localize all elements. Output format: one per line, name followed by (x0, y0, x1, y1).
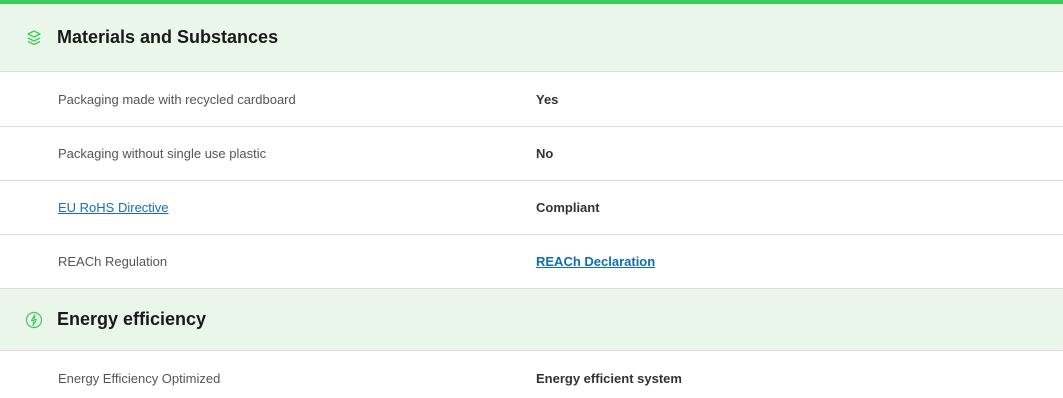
row-value: Energy efficient system (536, 370, 682, 386)
section-header-materials: Materials and Substances (0, 4, 1063, 72)
row-label: Packaging without single use plastic (58, 146, 267, 161)
reach-declaration-link[interactable]: REACh Declaration (536, 254, 655, 269)
eu-rohs-directive-link[interactable]: EU RoHS Directive (58, 200, 169, 215)
section-title-energy: Energy efficiency (57, 309, 207, 329)
row-value: Yes (536, 91, 559, 107)
table-row: Energy Efficiency Optimized Energy effic… (0, 351, 1063, 398)
leaf-energy-icon (23, 309, 45, 331)
row-label: Packaging made with recycled cardboard (58, 91, 296, 107)
row-label: REACh Regulation (58, 254, 168, 269)
row-value: No (536, 146, 554, 161)
row-value: Compliant (536, 200, 600, 215)
table-row: REACh Regulation REACh Declaration (0, 235, 1063, 289)
table-row: Packaging without single use plastic No (0, 127, 1063, 181)
row-label: EU RoHS Directive (0, 200, 536, 215)
table-row: EU RoHS Directive Compliant (0, 181, 1063, 235)
section-title-materials: Materials and Substances (57, 27, 279, 47)
row-value: REACh Declaration (536, 254, 655, 269)
table-row: Packaging made with recycled cardboard Y… (0, 72, 1063, 127)
layers-icon (23, 27, 45, 49)
section-header-energy: Energy efficiency (0, 289, 1063, 351)
row-label: Energy Efficiency Optimized (58, 370, 221, 386)
